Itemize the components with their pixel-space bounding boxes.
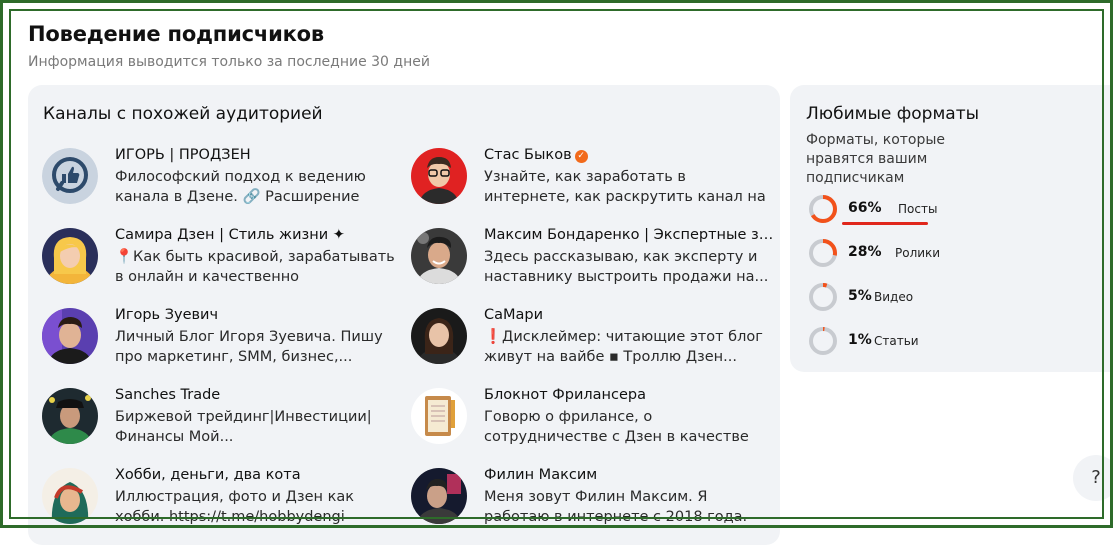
similar-channels-panel: Каналы с похожей аудиторией ИГОРЬ | ПРОД… <box>28 85 780 545</box>
channel-card[interactable]: Стас Быков ✓ Узнайте, как заработать в ин… <box>411 147 774 218</box>
channel-name: Самира Дзен | Стиль жизни ✦ <box>115 227 345 243</box>
channel-card[interactable]: Блокнот Фрилансера Говорю о фрилансе, о … <box>411 387 771 458</box>
channel-description: Личный Блог Игоря Зуевича. Пишу про марк… <box>115 329 383 365</box>
verified-icon: ✓ <box>574 150 588 163</box>
format-label: Ролики <box>895 246 941 260</box>
channel-description: Говорю о фрилансе, о сотрудничестве с Дз… <box>484 409 749 445</box>
channel-description: ❗Дисклеймер: читающие этот блог живут на… <box>484 329 763 365</box>
donut-ring <box>809 283 837 311</box>
format-percent: 5% <box>848 288 872 304</box>
format-percent: 28% <box>848 244 882 260</box>
channel-name: Sanches Trade <box>115 387 221 403</box>
red-underline-annotation <box>842 222 928 225</box>
channel-card[interactable]: ИГОРЬ | ПРОДЗЕН Философский подход к вед… <box>42 147 402 218</box>
format-row-articles[interactable]: 1% Статьи <box>808 326 1108 356</box>
channel-card[interactable]: Самира Дзен | Стиль жизни ✦ 📍Как быть кр… <box>42 227 402 298</box>
format-percent: 66% <box>848 200 882 216</box>
channel-card[interactable]: СаМари ❗Дисклеймер: читающие этот блог ж… <box>411 307 771 378</box>
channel-card[interactable]: Максим Бондаренко | Экспертные зап... Зд… <box>411 227 774 298</box>
channel-description: Здесь рассказываю, как эксперту и настав… <box>484 249 769 285</box>
illustration-avatar <box>42 468 98 524</box>
person-avatar <box>42 228 98 284</box>
format-row-posts[interactable]: 66% Посты <box>808 194 1108 224</box>
channel-name: Максим Бондаренко | Экспертные зап... <box>484 227 774 243</box>
format-label: Статьи <box>874 334 919 348</box>
channel-name: Игорь Зуевич <box>115 307 219 323</box>
page-title: Поведение подписчиков <box>28 22 324 46</box>
channel-card[interactable]: Игорь Зуевич Личный Блог Игоря Зуевича. … <box>42 307 402 378</box>
donut-ring <box>809 195 837 223</box>
format-row-videos[interactable]: 5% Видео <box>808 282 1108 312</box>
channel-description: Иллюстрация, фото и Дзен как хобби. http… <box>115 489 355 525</box>
person-avatar <box>42 308 98 364</box>
favorite-formats-heading: Любимые форматы <box>806 104 980 124</box>
channel-description: 📍Как быть красивой, зарабатывать в онлай… <box>115 249 395 285</box>
channel-name: СаМари <box>484 307 544 323</box>
format-label: Видео <box>874 290 914 304</box>
channel-name-text: Стас Быков <box>484 147 572 163</box>
channel-description: Философский подход к ведению канала в Дз… <box>115 169 366 205</box>
channel-description: Биржевой трейдинг|Инвестиции|Финансы Мой… <box>115 409 372 445</box>
page-subtitle: Информация выводится только за последние… <box>28 54 430 70</box>
channel-name: Стас Быков ✓ <box>484 147 774 163</box>
channel-description: Узнайте, как заработать в интернете, как… <box>484 169 766 205</box>
channel-name: Хобби, деньги, два кота <box>115 467 301 483</box>
like-logo-avatar <box>42 148 98 204</box>
person-avatar <box>411 148 467 204</box>
donut-ring <box>809 239 837 267</box>
format-percent: 1% <box>848 332 872 348</box>
channel-name: Блокнот Фрилансера <box>484 387 646 403</box>
channel-name: Филин Максим <box>484 467 598 483</box>
person-avatar <box>42 388 98 444</box>
favorite-formats-subtitle: Форматы, которые нравятся вашим подписчи… <box>806 132 946 186</box>
help-button[interactable]: ? <box>1073 455 1113 501</box>
notepad-avatar <box>411 388 467 444</box>
person-avatar <box>411 228 467 284</box>
person-avatar <box>411 308 467 364</box>
channel-card[interactable]: Sanches Trade Биржевой трейдинг|Инвестиц… <box>42 387 402 458</box>
similar-channels-heading: Каналы с похожей аудиторией <box>43 104 323 124</box>
channel-description: Меня зовут Филин Максим. Я работаю в инт… <box>484 489 748 525</box>
channel-name: ИГОРЬ | ПРОДЗЕН <box>115 147 251 163</box>
format-row-clips[interactable]: 28% Ролики <box>808 238 1108 268</box>
favorite-formats-panel: Любимые форматы Форматы, которые нравятс… <box>790 85 1113 372</box>
format-label: Посты <box>898 202 938 216</box>
person-avatar <box>411 468 467 524</box>
donut-ring <box>809 327 837 355</box>
